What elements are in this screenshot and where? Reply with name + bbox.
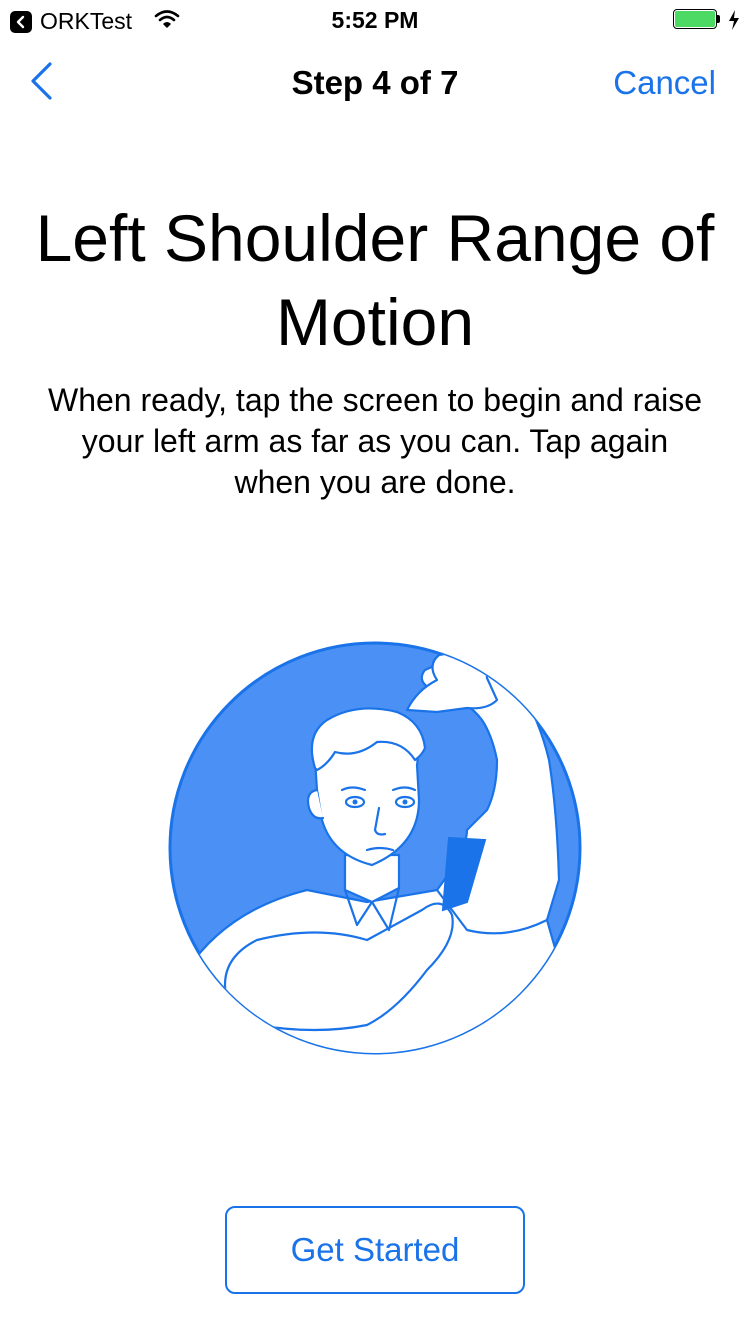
cancel-button[interactable]: Cancel <box>613 64 716 102</box>
status-bar: ORKTest 5:52 PM <box>0 0 750 40</box>
get-started-button[interactable]: Get Started <box>225 1206 525 1294</box>
battery-icon <box>673 9 720 31</box>
status-time: 5:52 PM <box>331 7 419 33</box>
page-title: Left Shoulder Range of Motion <box>35 201 715 359</box>
screen: ORKTest 5:52 PM Step 4 of 7 Cancel Left … <box>0 0 750 1334</box>
shoulder-range-of-motion-illustration <box>167 640 583 1056</box>
instructions-text: When ready, tap the screen to begin and … <box>47 382 703 500</box>
charging-bolt-icon <box>728 10 740 35</box>
